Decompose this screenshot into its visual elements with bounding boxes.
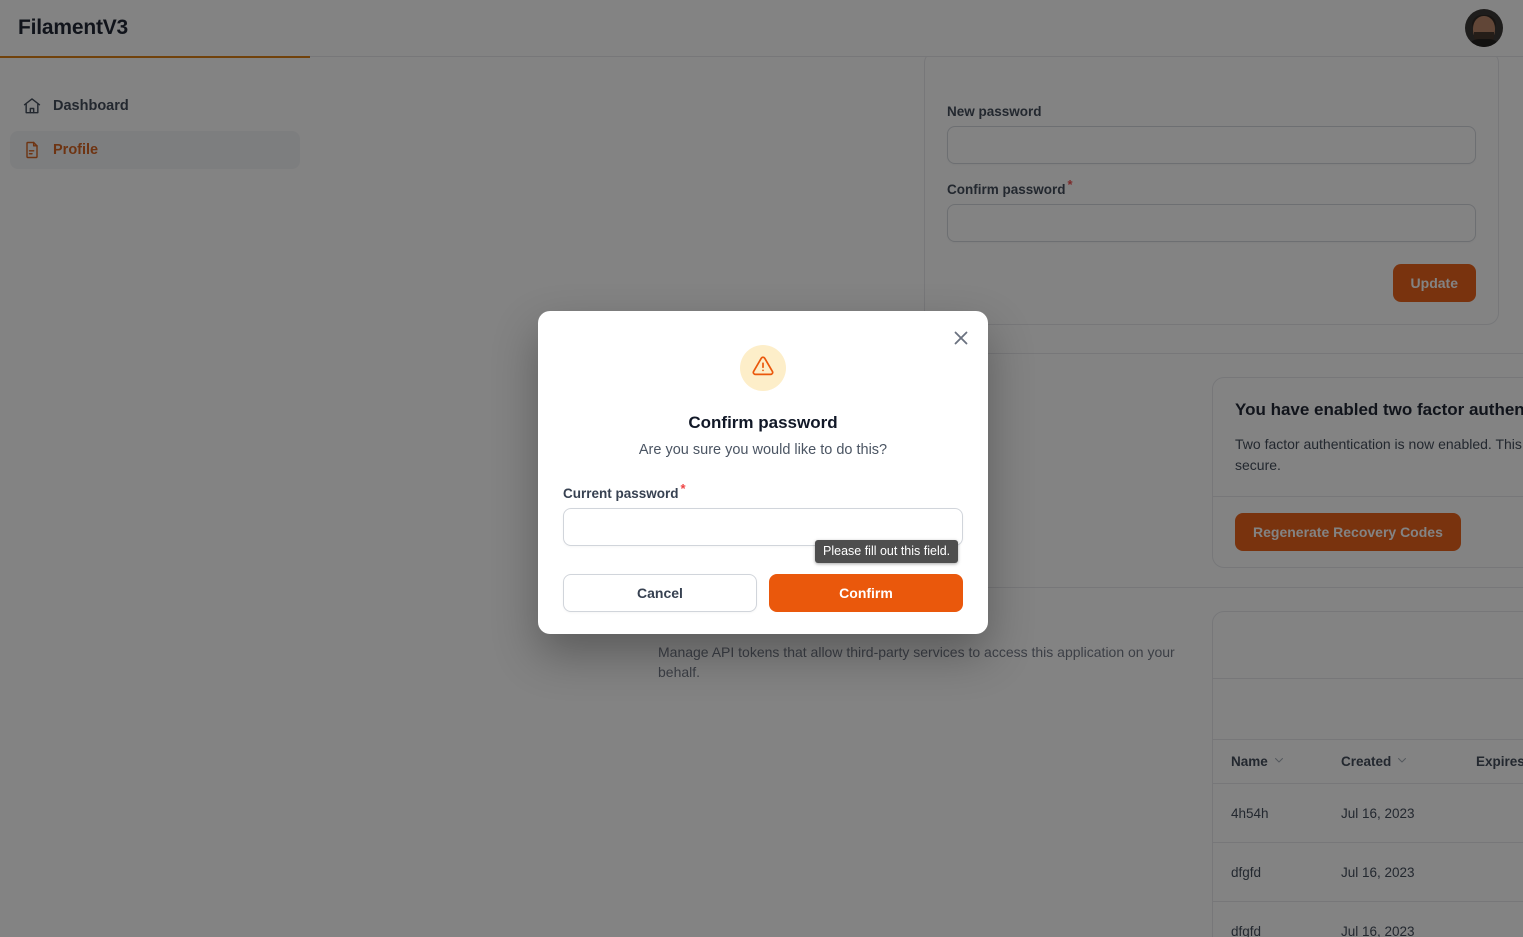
validation-tooltip: Please fill out this field. — [815, 540, 959, 563]
current-password-label: Current password * — [563, 480, 686, 502]
warning-icon-wrapper — [740, 345, 786, 391]
confirm-button[interactable]: Confirm — [769, 574, 963, 612]
cancel-button[interactable]: Cancel — [563, 574, 757, 612]
close-icon[interactable] — [950, 327, 972, 349]
confirm-password-modal: Confirm password Are you sure you would … — [538, 311, 988, 634]
modal-actions: Cancel Confirm — [563, 574, 963, 612]
required-marker: * — [680, 480, 686, 496]
app-root: FilamentV3 Dashboard Prof — [0, 0, 1523, 937]
modal-title: Confirm password — [688, 413, 838, 432]
warning-triangle-icon — [751, 354, 775, 383]
modal-subtitle: Are you sure you would like to do this? — [638, 442, 888, 458]
current-password-field: Current password * Please fill out this f… — [563, 480, 963, 563]
